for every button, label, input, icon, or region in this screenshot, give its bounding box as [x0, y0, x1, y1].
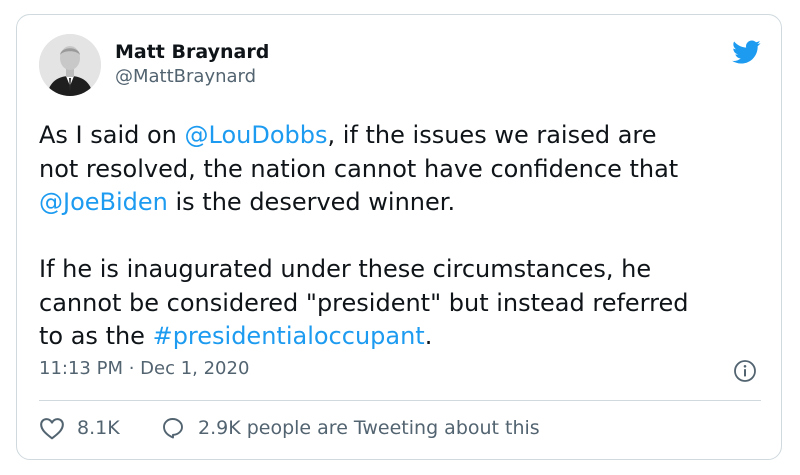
tweet-text-segment: to as the: [39, 322, 153, 350]
heart-icon: [40, 418, 64, 440]
tweet-text-segment: If he is inaugurated under these circums…: [39, 255, 652, 283]
mention-loudobbs-link[interactable]: @LouDobbs: [185, 121, 328, 149]
tweet-paragraph-2: If he is inaugurated under these circums…: [39, 253, 769, 354]
twitter-bird-icon[interactable]: [729, 37, 763, 67]
tweet-text-segment: cannot be considered "president" but ins…: [39, 288, 689, 317]
tweet-text-segment: , if the issues we raised are: [327, 121, 657, 149]
tweet-timestamp[interactable]: 11:13 PM · Dec 1, 2020: [39, 358, 249, 379]
tweet-text-segment: As I said on: [39, 121, 185, 149]
tweet-card: Matt Braynard @MattBraynard As I said on…: [16, 14, 782, 460]
like-count: 8.1K: [77, 417, 120, 439]
tweeting-about-this-link[interactable]: 2.9K people are Tweeting about this: [160, 414, 540, 442]
tweet-text-segment: .: [424, 322, 433, 350]
divider: [39, 400, 761, 401]
tweet-text-segment: not resolved, the nation cannot have con…: [39, 154, 679, 183]
author-handle[interactable]: @MattBraynard: [115, 66, 256, 87]
speech-bubble-icon: [163, 418, 183, 439]
avatar[interactable]: [39, 34, 101, 96]
author-display-name[interactable]: Matt Braynard: [115, 41, 269, 63]
mention-joebiden-link[interactable]: @JoeBiden: [39, 188, 168, 216]
tweeting-about-this-text: 2.9K people are Tweeting about this: [198, 417, 540, 439]
tweet-text: As I said on @LouDobbs, if the issues we…: [39, 119, 769, 354]
hashtag-presidentialoccupant-link[interactable]: #presidentialoccupant: [153, 322, 425, 350]
info-icon[interactable]: [733, 359, 757, 383]
tweet-paragraph-1: As I said on @LouDobbs, if the issues we…: [39, 119, 769, 220]
like-button[interactable]: 8.1K: [39, 414, 120, 442]
tweet-text-segment: is the deserved winner.: [167, 188, 456, 216]
